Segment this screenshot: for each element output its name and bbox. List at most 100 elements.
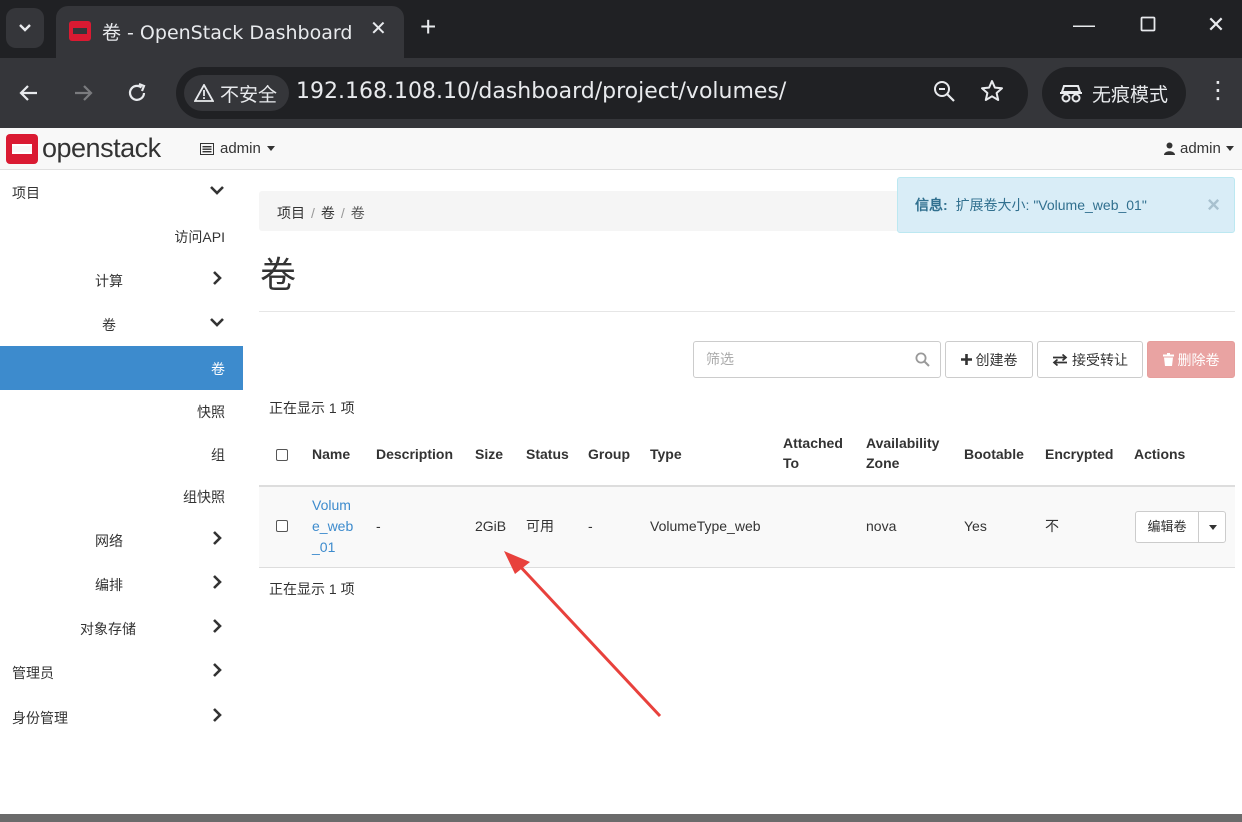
select-all-checkbox[interactable]: [276, 449, 288, 461]
back-icon[interactable]: [14, 78, 44, 108]
chevron-down-icon: [19, 24, 31, 32]
close-tab-icon[interactable]: ✕: [370, 16, 387, 41]
sidebar-item-project[interactable]: 项目: [0, 170, 243, 214]
openstack-topnav: openstack admin admin: [0, 128, 1242, 170]
project-selector[interactable]: admin: [200, 140, 275, 157]
breadcrumb-item[interactable]: 项目: [277, 205, 305, 221]
browser-menu-icon[interactable]: ⋮: [1206, 76, 1230, 105]
tab-title: 卷 - OpenStack Dashboard: [102, 22, 353, 44]
sidebar-item-identity[interactable]: 身份管理: [0, 695, 243, 739]
accept-transfer-label: 接受转让: [1072, 351, 1128, 368]
openstack-logo-icon: [6, 133, 38, 164]
create-volume-label: 创建卷: [975, 351, 1018, 368]
browser-toolbar: 不安全 192.168.108.10/dashboard/project/vol…: [0, 58, 1242, 128]
filter-field[interactable]: [693, 341, 941, 378]
incognito-chip[interactable]: 无痕模式: [1042, 67, 1186, 119]
cell-zone: nova: [866, 518, 897, 534]
close-alert-icon[interactable]: ×: [1207, 192, 1220, 218]
accept-transfer-button[interactable]: 接受转让: [1037, 341, 1143, 378]
tab-search-button[interactable]: [6, 8, 44, 48]
volume-name-link[interactable]: Volum e_web _01: [312, 495, 353, 558]
minimize-icon[interactable]: —: [1064, 12, 1104, 38]
user-menu[interactable]: admin: [1164, 140, 1234, 157]
new-tab-button[interactable]: +: [420, 12, 436, 42]
sidebar-item-label: 卷: [102, 317, 116, 333]
column-header-bootable[interactable]: Bootable: [964, 444, 1024, 464]
forward-icon[interactable]: [68, 78, 98, 108]
reload-icon[interactable]: [122, 78, 152, 108]
chevron-right-icon: [213, 663, 222, 677]
sidebar-item-orchestration[interactable]: 编排: [0, 562, 243, 606]
edit-volume-button[interactable]: 编辑卷: [1136, 512, 1199, 542]
browser-tabbar: 卷 - OpenStack Dashboard ✕ + — ✕: [0, 0, 1242, 58]
row-actions-split-button: 编辑卷: [1135, 511, 1226, 543]
sidebar-item-label: 计算: [95, 273, 123, 289]
header-line: Availability: [866, 435, 940, 451]
url-text[interactable]: 192.168.108.10/dashboard/project/volumes…: [296, 79, 786, 104]
column-header-group[interactable]: Group: [588, 444, 630, 464]
row-actions-dropdown-toggle[interactable]: [1199, 512, 1226, 542]
sidebar: 项目 访问API 计算 卷 卷 快照 组 组快照 网络 编排 对象存储 管理员 …: [0, 170, 243, 814]
info-alert: 信息: 扩展卷大小: "Volume_web_01" ×: [897, 177, 1235, 233]
sidebar-item-compute[interactable]: 计算: [0, 258, 243, 302]
name-line: e_web: [312, 518, 354, 534]
sidebar-item-label: 网络: [95, 533, 123, 549]
zoom-icon[interactable]: [932, 79, 956, 109]
column-header-actions: Actions: [1134, 446, 1186, 462]
table-row-border: [259, 567, 1235, 568]
column-header-type[interactable]: Type: [650, 444, 682, 464]
breadcrumb-separator: /: [311, 205, 315, 221]
sidebar-item-network[interactable]: 网络: [0, 518, 243, 562]
sidebar-item-object-store[interactable]: 对象存储: [0, 606, 243, 650]
sidebar-item-group-snapshots[interactable]: 组快照: [0, 474, 243, 518]
column-header-availability-zone[interactable]: Availability Zone: [866, 433, 939, 473]
browser-tab-active[interactable]: 卷 - OpenStack Dashboard ✕: [56, 6, 404, 58]
bookmark-star-icon[interactable]: [980, 79, 1004, 109]
trash-icon: [1162, 353, 1174, 366]
breadcrumb-item[interactable]: 卷: [321, 205, 335, 221]
security-label: 不安全: [220, 83, 278, 106]
column-header-name[interactable]: Name: [312, 444, 350, 464]
user-icon: [1164, 142, 1175, 155]
column-header-description[interactable]: Description: [376, 444, 453, 464]
filter-input[interactable]: [706, 351, 906, 367]
cell-description: -: [376, 518, 381, 534]
column-header-encrypted[interactable]: Encrypted: [1045, 444, 1113, 464]
background-window-strip: [0, 814, 1242, 822]
sidebar-item-label: 对象存储: [80, 621, 136, 637]
project-name: admin: [220, 140, 261, 157]
column-header-attached-to[interactable]: Attached To: [783, 433, 843, 473]
breadcrumb-item-current: 卷: [350, 205, 365, 221]
sidebar-item-groups[interactable]: 组: [0, 432, 243, 476]
dashboard-page: openstack admin admin 项目 访问API 计算 卷 卷 快照…: [0, 128, 1242, 814]
address-bar[interactable]: 不安全 192.168.108.10/dashboard/project/vol…: [176, 67, 1028, 119]
sidebar-item-label: 快照: [197, 404, 225, 420]
openstack-logo[interactable]: openstack: [6, 133, 161, 164]
chevron-right-icon: [213, 708, 222, 722]
sidebar-item-volumes-group[interactable]: 卷: [0, 302, 243, 346]
delete-volumes-label: 删除卷: [1177, 351, 1220, 368]
cell-group: -: [588, 518, 593, 534]
header-line: Zone: [866, 455, 900, 471]
delete-volumes-button[interactable]: 删除卷: [1147, 341, 1235, 378]
project-list-icon: [200, 142, 214, 155]
chevron-down-icon: [210, 186, 224, 195]
create-volume-button[interactable]: 创建卷: [945, 341, 1033, 378]
maximize-icon[interactable]: [1128, 12, 1168, 38]
caret-down-icon: [1225, 146, 1234, 151]
sidebar-item-volumes[interactable]: 卷: [0, 346, 243, 390]
security-chip[interactable]: 不安全: [184, 75, 290, 111]
search-icon[interactable]: [915, 352, 930, 367]
close-window-icon[interactable]: ✕: [1196, 12, 1236, 38]
row-checkbox[interactable]: [276, 520, 288, 532]
column-header-size[interactable]: Size: [475, 444, 503, 464]
sidebar-item-snapshots[interactable]: 快照: [0, 389, 243, 433]
sidebar-item-admin[interactable]: 管理员: [0, 650, 243, 694]
header-line: To: [783, 455, 800, 471]
alert-label: 信息:: [915, 197, 948, 213]
warning-icon: [194, 84, 214, 102]
sidebar-item-api-access[interactable]: 访问API: [0, 214, 243, 258]
exchange-icon: [1052, 353, 1068, 366]
column-header-status[interactable]: Status: [526, 444, 569, 464]
sidebar-item-label: 卷: [211, 361, 225, 377]
